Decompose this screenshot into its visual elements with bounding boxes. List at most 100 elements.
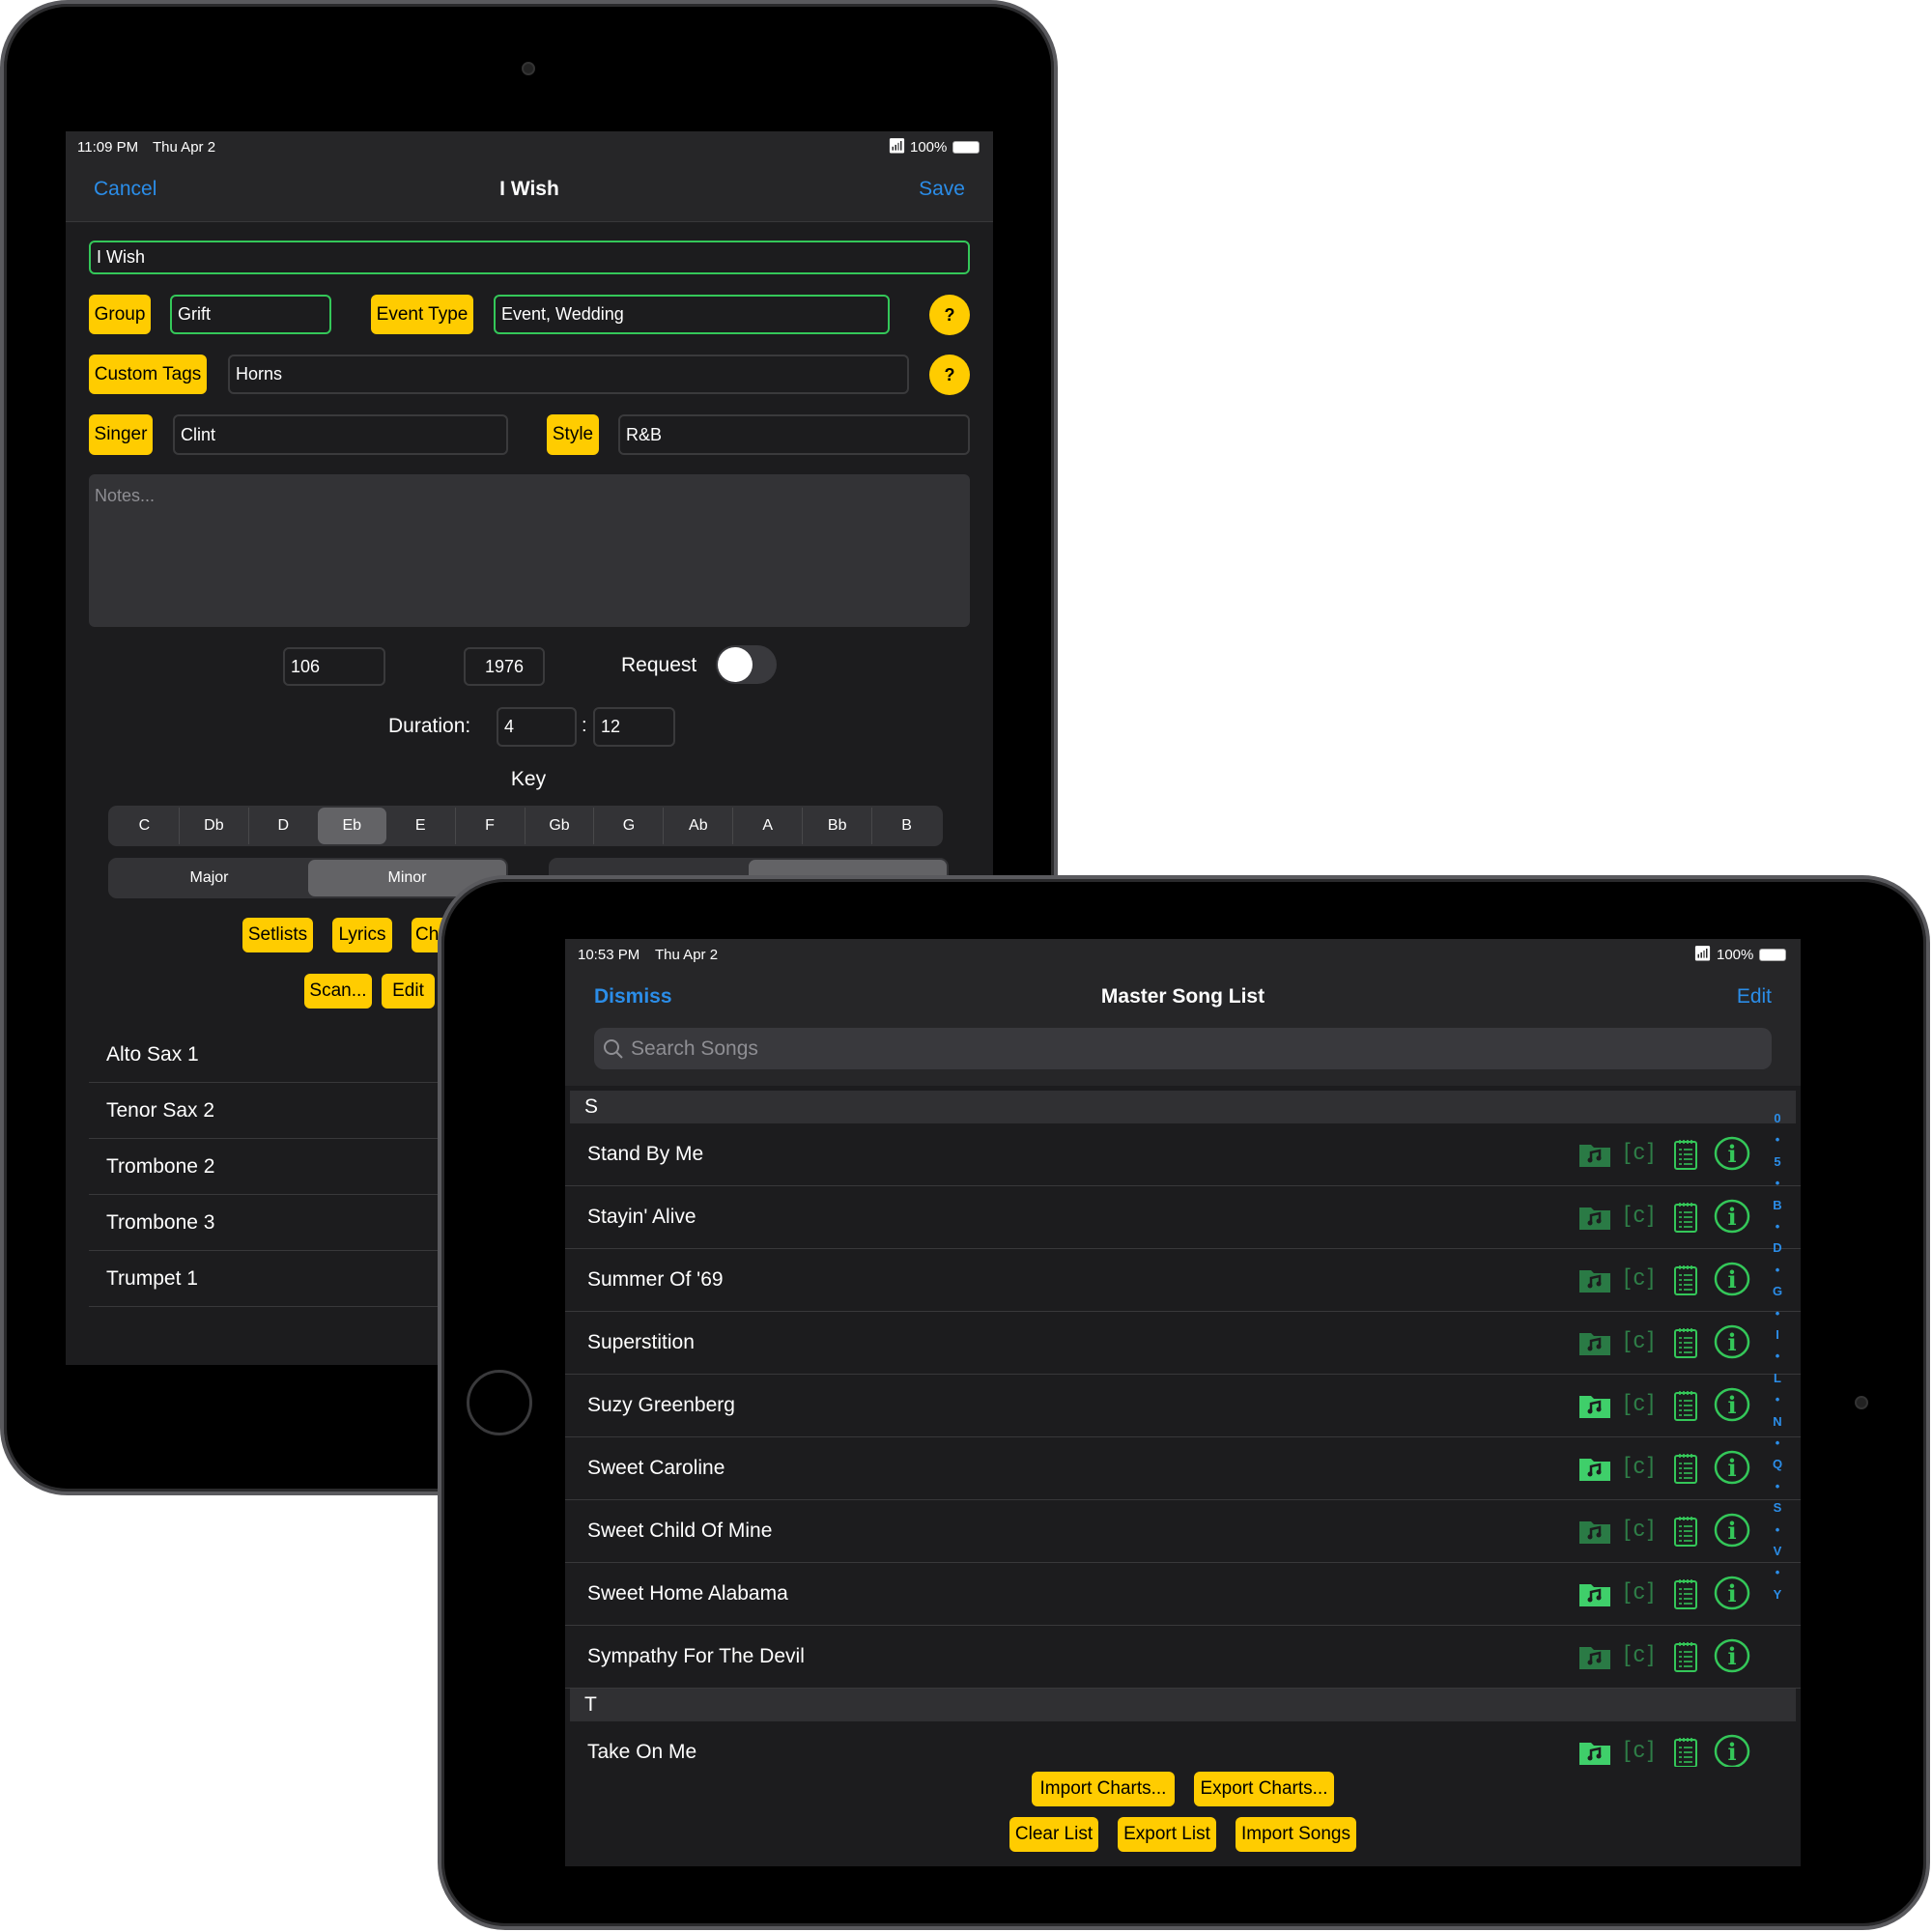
import-charts-button[interactable]: Import Charts... [1032,1772,1175,1806]
index-entry[interactable]: V [1771,1544,1784,1558]
key-segment-c[interactable]: C [110,808,179,844]
chord-chart-icon[interactable]: [c] [1624,1453,1657,1480]
song-row[interactable]: Stayin' Alive [c] i [565,1186,1801,1249]
scan-button[interactable]: Scan... [304,974,372,1009]
group-button[interactable]: Group [89,295,151,334]
audio-folder-icon[interactable] [1578,1580,1611,1613]
edit-button[interactable]: Edit [1737,985,1772,1009]
index-entry[interactable]: • [1771,1392,1784,1406]
chord-chart-icon[interactable]: [c] [1624,1202,1657,1229]
index-entry[interactable]: Q [1771,1457,1784,1471]
notebook-icon[interactable] [1673,1138,1698,1177]
notebook-icon[interactable] [1673,1264,1698,1302]
chord-chart-icon[interactable]: [c] [1624,1139,1657,1166]
chord-chart-icon[interactable]: [c] [1624,1641,1657,1668]
index-entry[interactable]: Y [1771,1587,1784,1602]
setlists-button[interactable]: Setlists [242,918,313,952]
home-button[interactable] [467,1370,532,1435]
year-input[interactable]: 1976 [464,647,545,686]
audio-folder-icon[interactable] [1578,1141,1611,1174]
singer-input[interactable]: Clint [173,414,508,455]
song-row[interactable]: Sweet Child Of Mine [c] i [565,1500,1801,1563]
chord-chart-icon[interactable]: [c] [1624,1264,1657,1292]
chord-chart-icon[interactable]: [c] [1624,1327,1657,1354]
chord-chart-icon[interactable]: [c] [1624,1390,1657,1417]
info-icon[interactable]: i [1714,1386,1750,1429]
index-entry[interactable]: L [1771,1371,1784,1385]
index-entry[interactable]: • [1771,1263,1784,1277]
style-button[interactable]: Style [547,414,599,455]
key-segment-db[interactable]: Db [178,808,248,844]
event-type-help-button[interactable]: ? [929,295,970,335]
info-icon[interactable]: i [1714,1512,1750,1554]
index-entry[interactable]: S [1771,1500,1784,1515]
index-entry[interactable]: N [1771,1414,1784,1429]
notebook-icon[interactable] [1673,1640,1698,1679]
song-row[interactable]: Sweet Home Alabama [c] i [565,1563,1801,1626]
export-list-button[interactable]: Export List [1118,1817,1216,1852]
key-segment-b[interactable]: B [871,808,941,844]
index-entry[interactable]: 0 [1771,1111,1784,1125]
index-entry[interactable]: I [1771,1327,1784,1342]
clear-list-button[interactable]: Clear List [1009,1817,1098,1852]
lyrics-button[interactable]: Lyrics [332,918,392,952]
info-icon[interactable]: i [1714,1449,1750,1492]
event-type-button[interactable]: Event Type [371,295,473,334]
info-icon[interactable]: i [1714,1323,1750,1366]
notebook-icon[interactable] [1673,1515,1698,1553]
info-icon[interactable]: i [1714,1733,1750,1767]
index-entry[interactable]: D [1771,1240,1784,1255]
notes-textarea[interactable]: Notes... [89,474,970,627]
singer-button[interactable]: Singer [89,414,153,455]
song-row[interactable]: Superstition [c] i [565,1312,1801,1375]
index-entry[interactable]: B [1771,1198,1784,1212]
mode-segment-major[interactable]: Major [110,860,308,896]
notebook-icon[interactable] [1673,1326,1698,1365]
notebook-icon[interactable] [1673,1389,1698,1428]
info-icon[interactable]: i [1714,1637,1750,1680]
index-entry[interactable]: • [1771,1176,1784,1190]
custom-tags-help-button[interactable]: ? [929,355,970,395]
edit-button[interactable]: Edit [382,974,435,1009]
song-title-input[interactable]: I Wish [89,241,970,274]
custom-tags-button[interactable]: Custom Tags [89,355,207,394]
index-entry[interactable]: • [1771,1306,1784,1321]
song-row[interactable]: Suzy Greenberg [c] i [565,1375,1801,1437]
index-entry[interactable]: • [1771,1565,1784,1579]
group-input[interactable]: Grift [170,295,331,334]
index-entry[interactable]: • [1771,1349,1784,1363]
duration-minutes-input[interactable]: 4 [497,707,577,747]
duration-seconds-input[interactable]: 12 [593,707,675,747]
song-row[interactable]: Take On Me [c] i [565,1721,1801,1767]
notebook-icon[interactable] [1673,1452,1698,1491]
audio-folder-icon[interactable] [1578,1643,1611,1676]
song-row[interactable]: Stand By Me [c] i [565,1123,1801,1186]
audio-folder-icon[interactable] [1578,1329,1611,1362]
index-entry[interactable]: • [1771,1522,1784,1537]
song-row[interactable]: Summer Of '69 [c] i [565,1249,1801,1312]
index-entry[interactable]: • [1771,1435,1784,1450]
index-entry[interactable]: 5 [1771,1154,1784,1169]
key-segment-e[interactable]: E [386,808,455,844]
info-icon[interactable]: i [1714,1575,1750,1617]
index-entry[interactable]: • [1771,1219,1784,1234]
notebook-icon[interactable] [1673,1577,1698,1616]
audio-folder-icon[interactable] [1578,1204,1611,1236]
tempo-input[interactable]: 106 [283,647,385,686]
notebook-icon[interactable] [1673,1201,1698,1239]
song-row[interactable]: Sweet Caroline [c] i [565,1437,1801,1500]
index-entry[interactable]: • [1771,1132,1784,1147]
import-songs-button[interactable]: Import Songs [1236,1817,1356,1852]
key-segment-eb[interactable]: Eb [317,808,386,844]
key-segment-d[interactable]: D [247,808,318,844]
audio-folder-icon[interactable] [1578,1455,1611,1488]
key-segment-gb[interactable]: Gb [524,808,594,844]
chord-chart-icon[interactable]: [c] [1624,1578,1657,1605]
audio-folder-icon[interactable] [1578,1266,1611,1299]
audio-folder-icon[interactable] [1578,1739,1611,1767]
notebook-icon[interactable] [1673,1736,1698,1767]
info-icon[interactable]: i [1714,1261,1750,1303]
chord-chart-icon[interactable]: [c] [1624,1516,1657,1543]
key-segment-g[interactable]: G [593,808,663,844]
audio-folder-icon[interactable] [1578,1392,1611,1425]
